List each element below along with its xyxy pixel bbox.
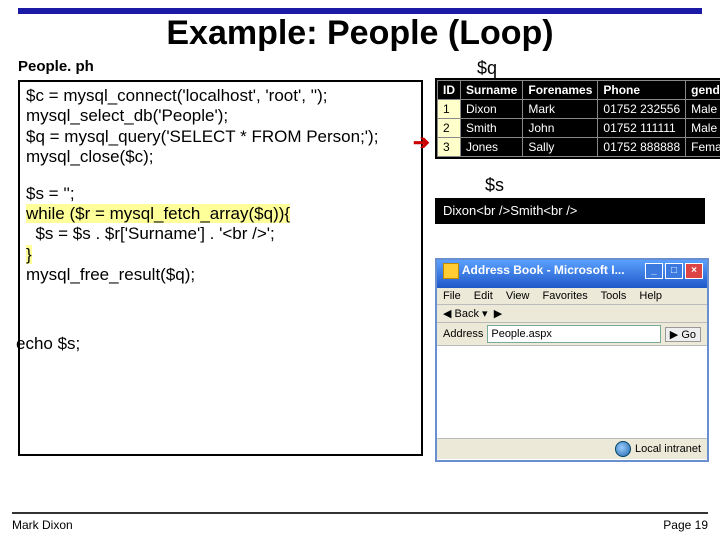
back-label: Back (455, 308, 479, 320)
book-icon (443, 263, 459, 279)
code-line: mysql_free_result($q); (26, 265, 415, 285)
address-input[interactable] (487, 325, 660, 343)
col-phone: Phone (598, 81, 686, 100)
file-label-line1: People. ph (18, 58, 94, 75)
cell: Jones (461, 138, 523, 157)
code-line: $s = $s . $r['Surname'] . '<br />'; (26, 224, 415, 244)
minimize-icon[interactable]: _ (645, 263, 663, 279)
cell: Female (686, 138, 720, 157)
menu-file[interactable]: File (443, 290, 461, 302)
footer-divider (12, 512, 708, 514)
menu-tools[interactable]: Tools (601, 290, 627, 302)
table-row: 3 Jones Sally 01752 888888 Female (438, 138, 720, 157)
highlight-while: while ($r = mysql_fetch_array($q)){ (26, 204, 290, 223)
code-line: $q = mysql_query('SELECT * FROM Person;'… (26, 127, 415, 147)
code-line: } (26, 245, 415, 265)
maximize-icon[interactable]: □ (665, 263, 683, 279)
label-q: $q (475, 58, 499, 79)
cell: 2 (438, 119, 461, 138)
cell: Smith (461, 119, 523, 138)
browser-content (437, 346, 707, 438)
table-row: 2 Smith John 01752 111111 Male (438, 119, 720, 138)
slide-title: Example: People (Loop) (0, 14, 720, 53)
back-button[interactable]: ◀ Back ▾ (443, 308, 488, 320)
status-text: Local intranet (635, 443, 701, 455)
browser-statusbar: Local intranet (437, 438, 707, 459)
code-line: $s = ''; (26, 184, 415, 204)
table-row: 1 Dixon Mark 01752 232556 Male (438, 100, 720, 119)
code-line: while ($r = mysql_fetch_array($q)){ (26, 204, 415, 224)
address-label: Address (443, 328, 483, 340)
table-header: ID Surname Forenames Phone gender (438, 81, 720, 100)
cell: Male (686, 119, 720, 138)
go-label: Go (681, 329, 696, 341)
code-line: $c = mysql_connect('localhost', 'root', … (26, 86, 415, 106)
cell: Mark (523, 100, 598, 119)
col-gender: gender (686, 81, 720, 100)
browser-title-text: Address Book - Microsoft I... (462, 263, 625, 277)
intranet-icon (615, 441, 631, 457)
go-button[interactable]: ▶ Go (665, 327, 701, 342)
menu-favorites[interactable]: Favorites (543, 290, 588, 302)
arrow-icon: ➔ (413, 130, 430, 155)
col-forenames: Forenames (523, 81, 598, 100)
menu-help[interactable]: Help (639, 290, 662, 302)
address-bar: Address ▶ Go (437, 323, 707, 346)
col-id: ID (438, 81, 461, 100)
browser-menubar: File Edit View Favorites Tools Help (437, 288, 707, 305)
highlight-brace: } (26, 245, 32, 264)
label-s: $s (485, 175, 504, 196)
cell: 01752 232556 (598, 100, 686, 119)
query-result-table: ➔ ID Surname Forenames Phone gender 1 Di… (435, 78, 720, 159)
col-surname: Surname (461, 81, 523, 100)
menu-view[interactable]: View (506, 290, 530, 302)
code-line: mysql_close($c); (26, 147, 415, 167)
cell: Sally (523, 138, 598, 157)
menu-edit[interactable]: Edit (474, 290, 493, 302)
close-icon[interactable]: × (685, 263, 703, 279)
cell: 01752 111111 (598, 119, 686, 138)
code-line: mysql_select_db('People'); (26, 106, 415, 126)
code-box: $c = mysql_connect('localhost', 'root', … (18, 80, 423, 456)
cell: Dixon (461, 100, 523, 119)
forward-button[interactable]: ▶ (494, 308, 502, 320)
cell: 1 (438, 100, 461, 119)
string-output-box: Dixon<br />Smith<br /> (435, 198, 705, 224)
browser-titlebar: Address Book - Microsoft I... _ □ × (437, 260, 707, 288)
browser-window: Address Book - Microsoft I... _ □ × File… (435, 258, 709, 462)
browser-toolbar: ◀ Back ▾ ▶ (437, 305, 707, 323)
cell: 3 (438, 138, 461, 157)
cell: John (523, 119, 598, 138)
code-line: echo $s; (16, 334, 415, 354)
footer-author: Mark Dixon (12, 518, 73, 532)
footer-page: Page 19 (663, 518, 708, 532)
cell: Male (686, 100, 720, 119)
cell: 01752 888888 (598, 138, 686, 157)
